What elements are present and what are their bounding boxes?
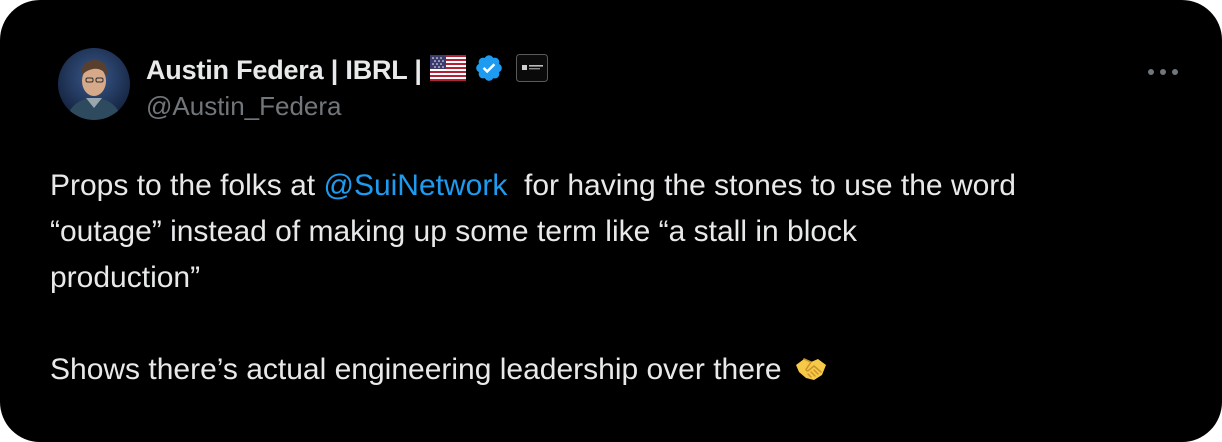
- tweet-line-1-prefix: Props to the folks at: [50, 169, 324, 202]
- tweet-text: Props to the folks at @SuiNetwork for ha…: [50, 163, 1200, 397]
- author-handle[interactable]: @Austin_Federa: [146, 91, 342, 122]
- avatar[interactable]: [58, 48, 130, 120]
- tweet-line-2: “outage” instead of making up some term …: [50, 215, 858, 248]
- org-badge-icon[interactable]: [515, 53, 548, 87]
- handshake-icon: [794, 351, 828, 397]
- tweet-line-3: production”: [50, 261, 201, 294]
- author-name-row: Austin Federa | IBRL |: [146, 50, 548, 90]
- author-display-name[interactable]: Austin Federa | IBRL |: [146, 55, 422, 86]
- tweet-line-4: Shows there’s actual engineering leaders…: [50, 347, 1200, 397]
- tweet-line-1-suffix: for having the stones to use the word: [507, 169, 1016, 202]
- more-options-icon[interactable]: [1146, 64, 1180, 75]
- tweet-card: Austin Federa | IBRL | @Austin_Federa Pr…: [0, 0, 1222, 442]
- tweet-line-4-text: Shows there’s actual engineering leaders…: [50, 353, 782, 386]
- verified-badge-icon[interactable]: [474, 53, 504, 88]
- tweet-line-1: Props to the folks at @SuiNetwork for ha…: [50, 163, 1200, 209]
- us-flag-icon: [429, 54, 466, 86]
- mention-link[interactable]: @SuiNetwork: [323, 169, 507, 202]
